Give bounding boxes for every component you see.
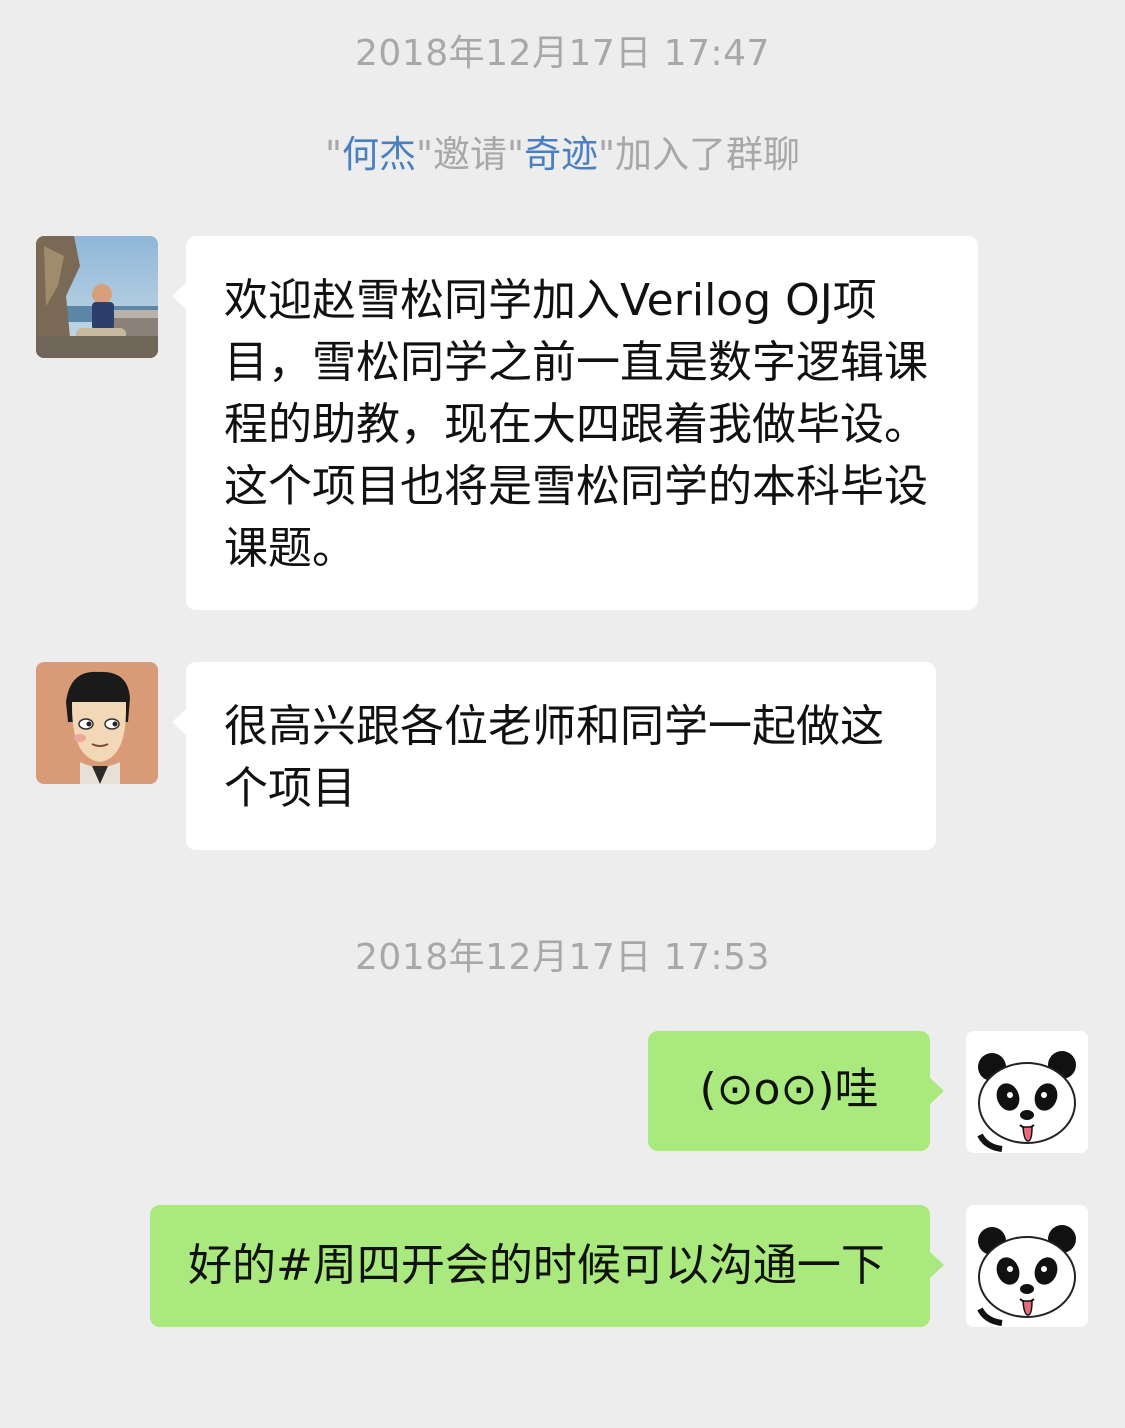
- message-text: 好的#周四开会的时候可以沟通一下: [188, 1240, 885, 1291]
- message-bubble-incoming[interactable]: 很高兴跟各位老师和同学一起做这个项目: [172, 662, 936, 850]
- message-bubble-incoming[interactable]: 欢迎赵雪松同学加入Verilog OJ项目，雪松同学之前一直是数字逻辑课程的助教…: [172, 236, 978, 610]
- panda-avatar-icon[interactable]: [966, 1031, 1088, 1153]
- notice-mid-text: "邀请": [415, 133, 525, 176]
- message-text: (⊙o⊙)哇: [699, 1064, 879, 1115]
- message-text: 很高兴跟各位老师和同学一起做这个项目: [224, 701, 884, 814]
- message-text: 欢迎赵雪松同学加入Verilog OJ项目，雪松同学之前一直是数字逻辑课程的助教…: [224, 275, 928, 574]
- photo-avatar-icon[interactable]: [36, 236, 158, 358]
- notice-tail-text: "加入了群聊: [598, 133, 801, 176]
- message-bubble-outgoing[interactable]: 好的#周四开会的时候可以沟通一下: [150, 1205, 944, 1327]
- message-bubble-outgoing[interactable]: (⊙o⊙)哇: [648, 1031, 944, 1151]
- panda-avatar-icon[interactable]: [966, 1205, 1088, 1327]
- cartoon-boy-avatar-icon[interactable]: [36, 662, 158, 784]
- group-join-notice: "何杰"邀请"奇迹"加入了群聊: [0, 124, 1125, 178]
- inviter-name-link[interactable]: 何杰: [342, 133, 416, 176]
- invitee-name-link[interactable]: 奇迹: [524, 133, 598, 176]
- timestamp: 2018年12月17日 17:53: [355, 937, 770, 978]
- timestamp: 2018年12月17日 17:47: [355, 33, 770, 74]
- notice-quote: ": [324, 133, 342, 176]
